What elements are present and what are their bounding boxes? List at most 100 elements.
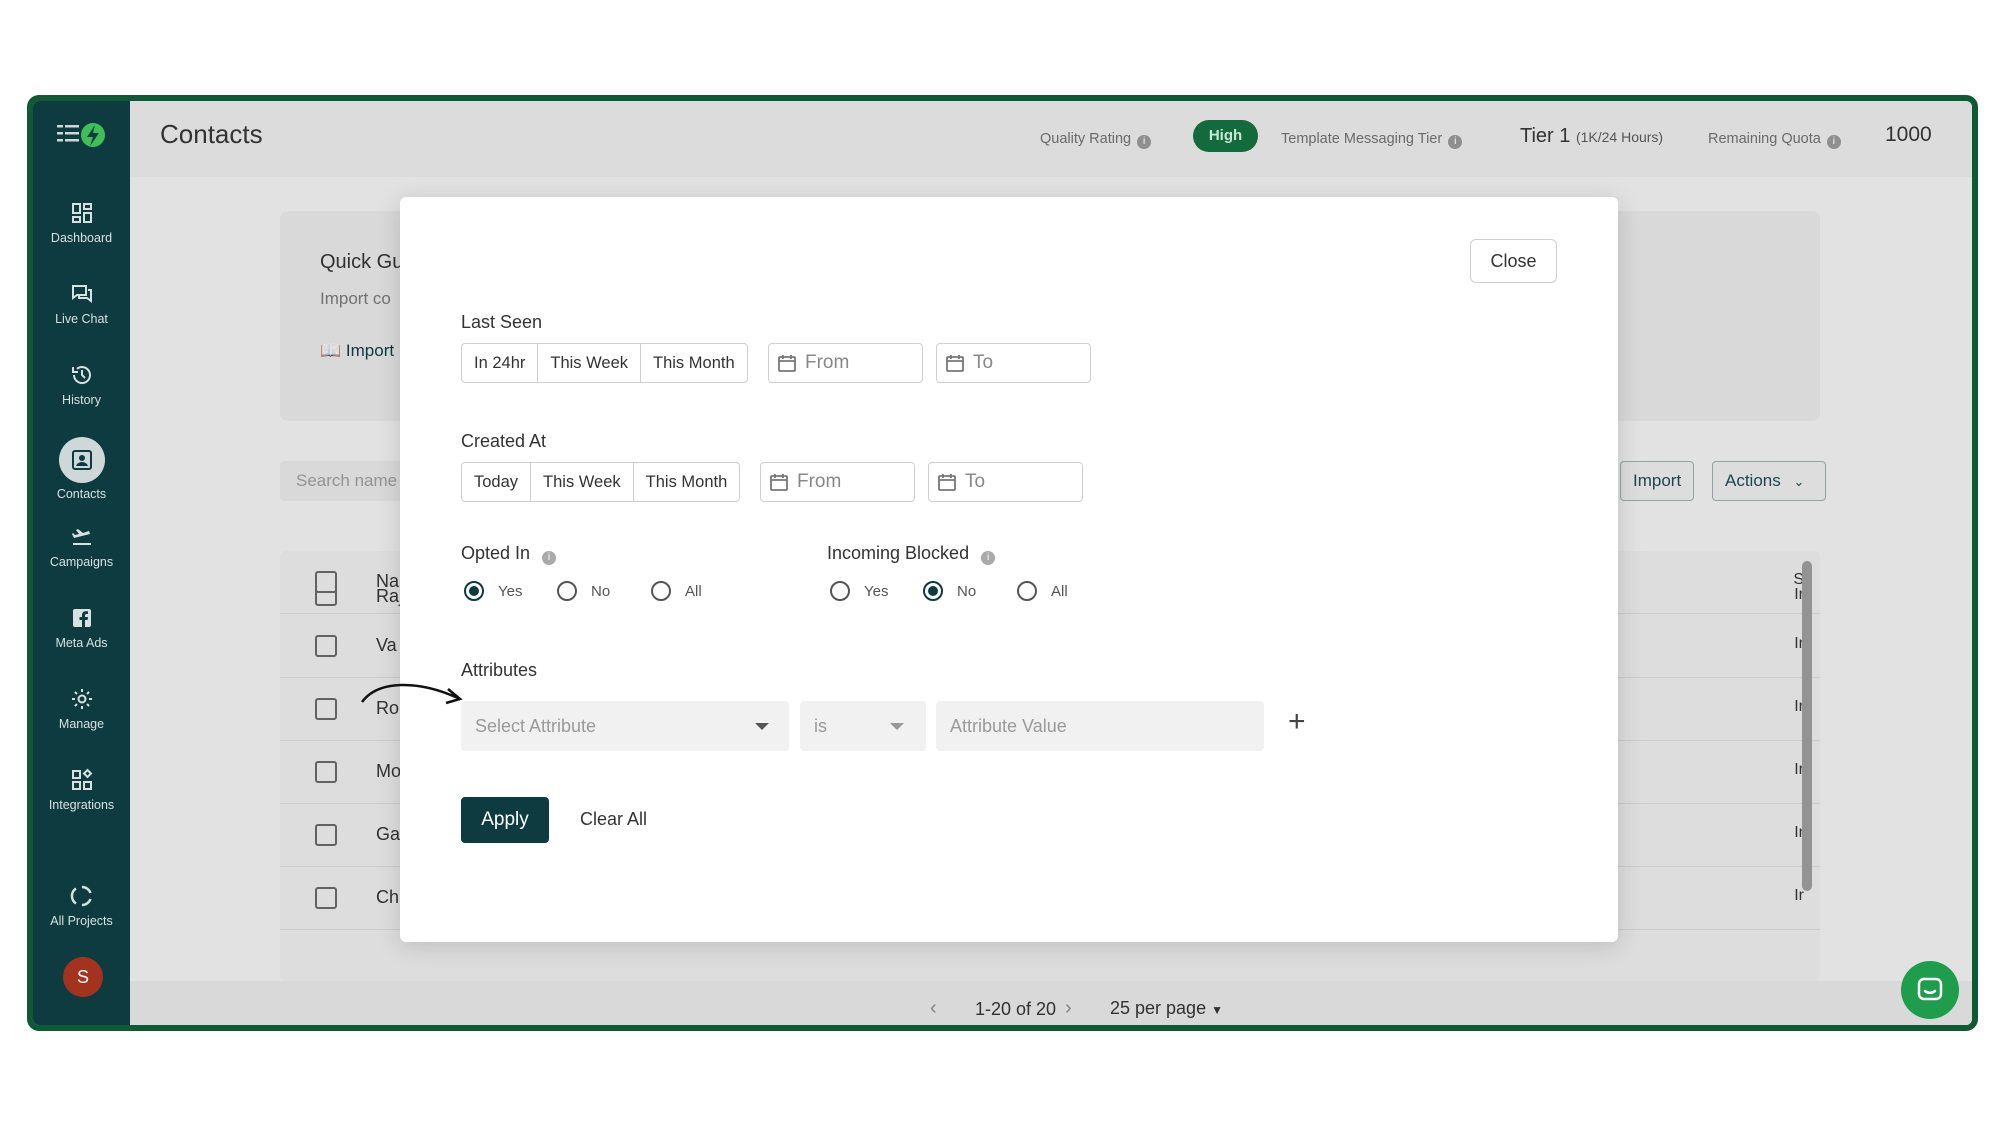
- tier-label: Template Messaging Tier i: [1281, 131, 1463, 149]
- avatar[interactable]: S: [63, 957, 103, 997]
- incoming-blocked-label-text: Incoming Blocked: [827, 543, 970, 563]
- add-attribute-icon[interactable]: +: [1288, 707, 1306, 737]
- radio-label: All: [1051, 582, 1068, 600]
- sidebar-item-history[interactable]: History: [33, 363, 130, 407]
- quality-rating-badge: High: [1193, 120, 1258, 152]
- caret-down-icon: [890, 723, 904, 730]
- opted-in-label-text: Opted In: [461, 543, 531, 563]
- info-icon[interactable]: i: [1448, 135, 1463, 149]
- sidebar-item-label: Campaigns: [49, 555, 114, 569]
- from-placeholder: From: [805, 352, 850, 373]
- calendar-icon: [938, 474, 956, 491]
- calendar-icon: [946, 355, 964, 372]
- to-placeholder: To: [965, 471, 986, 492]
- radio-label: No: [591, 582, 611, 600]
- integrations-icon: [71, 768, 92, 790]
- opted-in-radio-all[interactable]: All: [651, 581, 702, 601]
- facebook-icon: [72, 609, 91, 627]
- dashboard-icon: [71, 203, 92, 223]
- projects-icon: [70, 885, 92, 907]
- app-logo-icon[interactable]: [55, 117, 107, 153]
- radio-dot: [1017, 581, 1037, 601]
- operator-select[interactable]: is: [800, 701, 926, 751]
- attribute-value-input[interactable]: Attribute Value: [936, 701, 1264, 751]
- incoming-blocked-radio-all[interactable]: All: [1017, 581, 1068, 601]
- attribute-select-placeholder: Select Attribute: [475, 716, 597, 736]
- incoming-blocked-radio-yes[interactable]: Yes: [830, 581, 888, 601]
- info-icon[interactable]: i: [542, 551, 557, 565]
- to-placeholder: To: [973, 352, 994, 373]
- live-chat-launcher[interactable]: [1901, 961, 1959, 1019]
- close-button[interactable]: Close: [1470, 239, 1557, 283]
- last-seen-segmented-control: In 24hr This Week This Month: [461, 343, 748, 383]
- radio-label: All: [685, 582, 702, 600]
- history-icon: [71, 366, 91, 384]
- sidebar-item-all-projects[interactable]: All Projects: [33, 884, 130, 928]
- radio-label: No: [957, 582, 977, 600]
- created-at-option-this-month[interactable]: This Month: [634, 463, 740, 501]
- attribute-select[interactable]: Select Attribute: [461, 701, 789, 751]
- chat-icon: [71, 285, 92, 303]
- last-seen-option-24hr[interactable]: In 24hr: [462, 344, 539, 382]
- sidebar-item-integrations[interactable]: Integrations: [33, 768, 130, 812]
- sidebar-item-label: Live Chat: [55, 312, 108, 326]
- calendar-icon: [778, 355, 796, 372]
- created-at-from-input[interactable]: From: [760, 462, 915, 502]
- sidebar-item-manage[interactable]: Manage: [33, 687, 130, 731]
- quality-rating-text: Quality Rating: [1040, 131, 1132, 147]
- caret-down-icon: [755, 723, 769, 730]
- campaigns-icon: [71, 529, 91, 545]
- opted-in-label: Opted In i: [461, 543, 557, 565]
- sidebar-item-campaigns[interactable]: Campaigns: [33, 525, 130, 569]
- radio-dot: [830, 581, 850, 601]
- radio-dot: [651, 581, 671, 601]
- incoming-blocked-label: Incoming Blocked i: [827, 543, 996, 565]
- tier-detail: (1K/24 Hours): [1575, 129, 1664, 145]
- sidebar: Dashboard Live Chat History Contacts Cam…: [33, 101, 130, 1025]
- info-icon[interactable]: i: [981, 551, 996, 565]
- apply-button[interactable]: Apply: [461, 797, 549, 843]
- sidebar-item-label: All Projects: [50, 914, 113, 928]
- gear-icon: [71, 689, 92, 709]
- created-at-option-today[interactable]: Today: [462, 463, 532, 501]
- clear-all-button[interactable]: Clear All: [580, 809, 647, 830]
- quota-label-text: Remaining Quota: [1708, 131, 1821, 147]
- last-seen-option-this-month[interactable]: This Month: [641, 344, 747, 382]
- radio-label: Yes: [864, 582, 889, 600]
- created-at-segmented-control: Today This Week This Month: [461, 462, 741, 502]
- sidebar-item-dashboard[interactable]: Dashboard: [33, 201, 130, 245]
- incoming-blocked-radio-no[interactable]: No: [923, 581, 976, 601]
- radio-dot: [464, 581, 484, 601]
- last-seen-to-input[interactable]: To: [936, 343, 1091, 383]
- created-at-to-input[interactable]: To: [928, 462, 1083, 502]
- sidebar-item-label: Contacts: [56, 487, 107, 501]
- sidebar-item-label: Dashboard: [50, 231, 113, 245]
- chat-bubble-icon: [1917, 977, 1943, 1001]
- sidebar-item-meta-ads[interactable]: Meta Ads: [33, 606, 130, 650]
- sidebar-item-label: History: [62, 393, 101, 407]
- sidebar-item-live-chat[interactable]: Live Chat: [33, 282, 130, 326]
- operator-select-value: is: [814, 716, 827, 736]
- radio-dot: [923, 581, 943, 601]
- opted-in-radio-yes[interactable]: Yes: [464, 581, 522, 601]
- top-header: Contacts Quality Rating i High Template M…: [130, 101, 1972, 177]
- quality-rating-label: Quality Rating i: [1040, 131, 1152, 149]
- calendar-icon: [770, 474, 788, 491]
- sidebar-item-label: Integrations: [48, 798, 115, 812]
- attributes-label: Attributes: [461, 660, 538, 680]
- tier-value: Tier 1 (1K/24 Hours): [1520, 125, 1663, 148]
- radio-dot: [557, 581, 577, 601]
- from-placeholder: From: [797, 471, 842, 492]
- sidebar-item-contacts[interactable]: Contacts: [33, 437, 130, 501]
- last-seen-option-this-week[interactable]: This Week: [538, 344, 642, 382]
- created-at-label: Created At: [461, 431, 547, 451]
- info-icon[interactable]: i: [1137, 135, 1152, 149]
- tier-label-text: Template Messaging Tier: [1281, 131, 1443, 147]
- created-at-option-this-week[interactable]: This Week: [531, 463, 634, 501]
- contacts-icon: [71, 450, 92, 470]
- radio-label: Yes: [498, 582, 523, 600]
- filter-modal: Close Last Seen In 24hr This Week This M…: [400, 197, 1618, 942]
- last-seen-from-input[interactable]: From: [768, 343, 923, 383]
- info-icon[interactable]: i: [1826, 135, 1841, 149]
- opted-in-radio-no[interactable]: No: [557, 581, 610, 601]
